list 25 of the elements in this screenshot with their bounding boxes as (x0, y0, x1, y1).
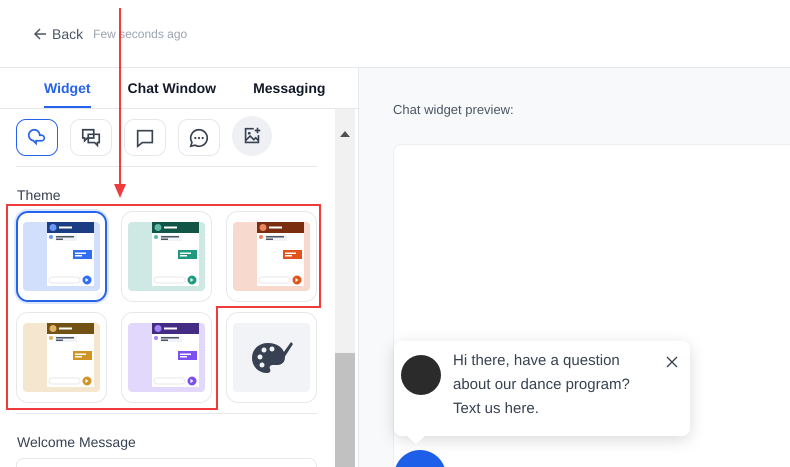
chat-dots-icon (188, 126, 210, 148)
chat-window-drawing (152, 323, 199, 387)
welcome-message: Hi there, have a question about our dance program? Text us here. (453, 351, 631, 419)
close-icon[interactable] (666, 356, 678, 368)
theme-label: Theme (17, 187, 62, 203)
tab[interactable]: Widget (44, 68, 91, 108)
tab[interactable]: Chat Window (128, 68, 216, 108)
avatar (401, 355, 441, 395)
preview-label: Chat widget preview: (393, 102, 515, 117)
chat-bubbles-icon (26, 126, 48, 148)
theme-option[interactable] (16, 211, 107, 302)
welcome-message-label: Welcome Message (17, 434, 137, 450)
icon-style-option[interactable] (16, 119, 58, 156)
saved-status: Few seconds ago (93, 26, 188, 40)
back-button[interactable]: Back (32, 26, 84, 42)
chat-window-drawing (257, 222, 304, 286)
scrollbar-thumb[interactable] (335, 353, 355, 467)
scroll-up-icon[interactable] (340, 131, 350, 137)
scrollbar[interactable] (335, 109, 355, 467)
tab[interactable]: Messaging (253, 68, 326, 108)
chat-bubbles-icon (80, 126, 102, 148)
chat-window-drawing (47, 222, 94, 286)
chat-window-drawing (152, 222, 199, 286)
chat-window-drawing (47, 323, 94, 387)
arrow-left-icon (32, 26, 48, 42)
